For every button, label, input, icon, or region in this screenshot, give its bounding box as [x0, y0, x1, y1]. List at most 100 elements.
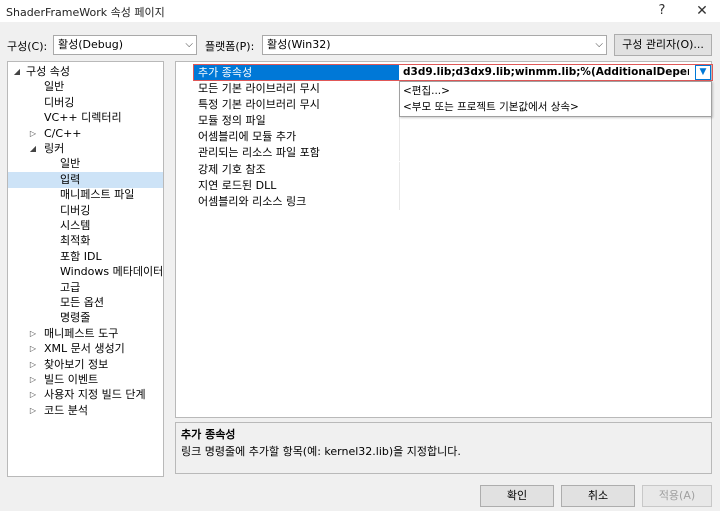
property-tree[interactable]: ◢ 구성 속성 일반 디버깅 VC++ 디렉터리 ▷ C/C++ ◢ 링커 일반 입력 매니페스트 파… — [7, 61, 164, 477]
tree-item-label: 명령줄 — [60, 311, 91, 325]
apply-button[interactable]: 적용(A) — [642, 485, 712, 507]
tree-item[interactable]: 명령줄 — [8, 310, 163, 326]
property-name: 강제 기호 참조 — [198, 162, 266, 176]
config-select-value: 활성(Debug) — [58, 38, 123, 51]
selected-property-row[interactable]: 추가 종속성 d3d9.lib;d3dx9.lib;winmm.lib;%(Ad… — [193, 64, 713, 81]
chevron-down-icon: ⌵ — [185, 39, 193, 50]
tree-item-label: XML 문서 생성기 — [44, 342, 125, 356]
window-title: ShaderFrameWork 속성 페이지 — [6, 6, 165, 19]
property-row[interactable]: 지연 로드된 DLL — [176, 177, 711, 194]
tree-item-label: 매니페스트 도구 — [44, 326, 119, 340]
ok-button[interactable]: 확인 — [480, 485, 554, 507]
property-name: 지연 로드된 DLL — [198, 178, 277, 192]
tree-item[interactable]: 일반 — [8, 79, 163, 95]
tree-item-label: 모든 옵션 — [60, 296, 104, 309]
property-name: 어셈블리와 리소스 링크 — [198, 194, 307, 208]
tree-item-label: 찾아보기 정보 — [44, 357, 109, 371]
column-divider — [399, 193, 400, 210]
tree-item[interactable]: 디버깅 — [8, 95, 163, 111]
expand-arrow-icon[interactable]: ▷ — [28, 372, 38, 388]
tree-item-label: 사용자 지정 빌드 단계 — [44, 388, 146, 402]
tree-item[interactable]: 입력 — [8, 171, 163, 188]
cancel-button[interactable]: 취소 — [561, 485, 635, 507]
close-button[interactable]: ✕ — [688, 2, 716, 20]
tree-item[interactable]: ◢ 구성 속성 — [8, 64, 163, 80]
tree-item[interactable]: ◢ 링커 — [8, 141, 163, 157]
tree-item-label: 일반 — [44, 80, 65, 94]
selected-property-value[interactable]: d3d9.lib;d3dx9.lib;winmm.lib;%(Additiona… — [400, 65, 689, 80]
config-select[interactable]: 활성(Debug) ⌵ — [53, 35, 197, 55]
tree-item[interactable]: ▷ 찾아보기 정보 — [8, 357, 163, 373]
tree-item-label: 일반 — [60, 157, 81, 171]
tree-item[interactable]: ▷ 사용자 지정 빌드 단계 — [8, 387, 163, 403]
tree-item[interactable]: ▷ XML 문서 생성기 — [8, 341, 163, 357]
tree-item[interactable]: 디버깅 — [8, 203, 163, 219]
tree-item-label: 구성 속성 — [26, 65, 70, 78]
description-text: 링크 명령줄에 추가할 항목(예: kernel32.lib)을 지정합니다. — [181, 445, 461, 458]
tree-item[interactable]: ▷ 매니페스트 도구 — [8, 326, 163, 342]
expand-arrow-icon[interactable]: ▷ — [28, 403, 38, 419]
value-dropdown[interactable]: <편집...> <부모 또는 프로젝트 기본값에서 상속> — [399, 81, 712, 117]
chevron-down-icon[interactable]: ▼ — [695, 65, 711, 80]
tree-item[interactable]: 매니페스트 파일 — [8, 187, 163, 203]
tree-item[interactable]: 시스템 — [8, 218, 163, 234]
expand-arrow-icon[interactable]: ▷ — [28, 126, 38, 142]
tree-item-label: 매니페스트 파일 — [60, 188, 135, 202]
tree-item-label: 디버깅 — [60, 203, 91, 217]
help-button[interactable]: ? — [648, 2, 676, 20]
tree-item[interactable]: ▷ 코드 분석 — [8, 403, 163, 419]
column-divider — [399, 177, 400, 194]
tree-item-label: 링커 — [44, 142, 65, 155]
dropdown-option-inherit[interactable]: <부모 또는 프로젝트 기본값에서 상속> — [403, 99, 579, 115]
property-row[interactable]: 어셈블리와 리소스 링크 — [176, 193, 711, 210]
tree-item[interactable]: Windows 메타데이터 — [8, 264, 163, 280]
property-name: 어셈블리에 모듈 추가 — [198, 130, 297, 144]
property-row[interactable]: 강제 기호 참조 — [176, 161, 711, 178]
property-row[interactable]: 어셈블리에 모듈 추가 — [176, 129, 711, 146]
expand-arrow-icon[interactable]: ▷ — [28, 357, 38, 373]
column-divider — [399, 145, 400, 162]
column-divider — [399, 129, 400, 146]
tree-item[interactable]: 고급 — [8, 280, 163, 296]
dropdown-option-edit[interactable]: <편집...> — [403, 83, 450, 99]
tree-item-label: 최적화 — [60, 234, 91, 248]
tree-item[interactable]: 최적화 — [8, 233, 163, 249]
tree-item-label: 코드 분석 — [44, 403, 88, 417]
expand-arrow-icon[interactable]: ▷ — [28, 387, 38, 403]
tree-item-label: VC++ 디렉터리 — [44, 111, 122, 125]
platform-select[interactable]: 활성(Win32) ⌵ — [262, 35, 607, 55]
property-name: 관리되는 리소스 파일 포함 — [198, 146, 320, 160]
tree-item-label: 시스템 — [60, 219, 91, 232]
tree-item[interactable]: 모든 옵션 — [8, 295, 163, 311]
tree-item-label: 포함 IDL — [60, 249, 102, 263]
config-manager-button[interactable]: 구성 관리자(O)... — [614, 34, 712, 56]
tree-item[interactable]: ▷ 빌드 이벤트 — [8, 372, 163, 388]
tree-item[interactable]: ▷ C/C++ — [8, 126, 163, 142]
collapse-arrow-icon[interactable]: ◢ — [28, 141, 38, 157]
description-panel: 추가 종속성 링크 명령줄에 추가할 항목(예: kernel32.lib)을 … — [175, 422, 712, 474]
tree-item-label: 고급 — [60, 280, 81, 294]
tree-item-label: 디버깅 — [44, 95, 75, 109]
property-name: 특정 기본 라이브러리 무시 — [198, 98, 320, 112]
property-name: 모듈 정의 파일 — [198, 114, 266, 128]
config-label: 구성(C): — [7, 40, 48, 53]
column-divider — [399, 161, 400, 178]
tree-item-label: Windows 메타데이터 — [60, 265, 164, 279]
chevron-down-icon: ⌵ — [595, 39, 603, 50]
collapse-arrow-icon[interactable]: ◢ — [12, 64, 22, 80]
property-name: 모든 기본 라이브러리 무시 — [198, 82, 320, 95]
title-bar: ShaderFrameWork 속성 페이지 ? ✕ — [0, 0, 720, 22]
platform-label: 플랫폼(P): — [205, 40, 255, 53]
property-row[interactable]: 관리되는 리소스 파일 포함 — [176, 145, 711, 162]
tree-item-label: C/C++ — [44, 126, 82, 140]
platform-select-value: 활성(Win32) — [267, 38, 331, 51]
expand-arrow-icon[interactable]: ▷ — [28, 326, 38, 342]
selected-property-name[interactable]: 추가 종속성 — [194, 65, 399, 80]
tree-item-label: 입력 — [60, 172, 81, 186]
tree-item-label: 빌드 이벤트 — [44, 373, 99, 386]
description-title: 추가 종속성 — [181, 428, 236, 441]
expand-arrow-icon[interactable]: ▷ — [28, 341, 38, 357]
tree-item[interactable]: VC++ 디렉터리 — [8, 110, 163, 126]
tree-item[interactable]: 포함 IDL — [8, 249, 163, 265]
tree-item[interactable]: 일반 — [8, 156, 163, 172]
